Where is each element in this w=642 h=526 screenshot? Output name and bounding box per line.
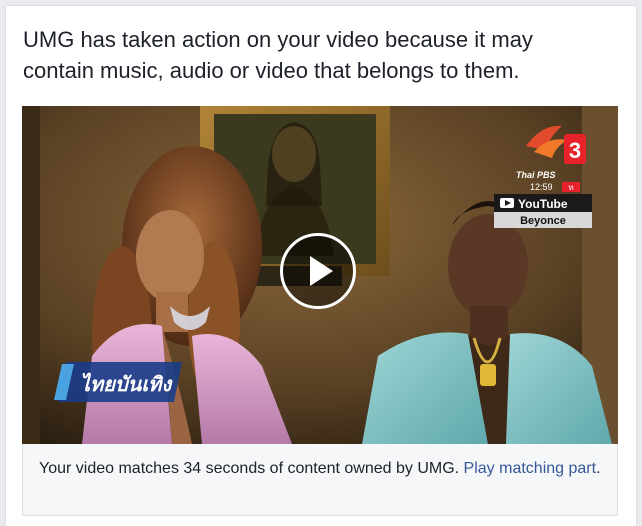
man-face (448, 214, 528, 318)
rating-badge: ท (568, 183, 573, 192)
video-player[interactable]: ไทยบันเทิง 3 Thai PBS 12:59 ท YouTube Be… (22, 106, 618, 444)
play-matching-part-link[interactable]: Play matching part (464, 460, 597, 477)
left-pillar (22, 106, 40, 444)
clock: 12:59 (530, 182, 553, 192)
notice-message: UMG has taken action on your video becau… (23, 24, 623, 86)
credit-label: Beyonce (520, 215, 566, 227)
match-description: Your video matches 34 seconds of content… (39, 460, 464, 477)
play-button[interactable] (280, 233, 356, 309)
match-caption: Your video matches 34 seconds of content… (22, 444, 618, 516)
channel-name: Thai PBS (516, 170, 556, 180)
notice-line-1: UMG has taken action on your video becau… (23, 27, 533, 52)
notice-line-2: contain music, audio or video that belon… (23, 58, 520, 83)
channel-bug-logo: ไทยบันเทิง (80, 372, 173, 396)
woman-face (136, 210, 204, 302)
match-caption-end: . (596, 460, 601, 477)
channel-bug: ไทยบันเทิง (54, 362, 182, 402)
play-icon (310, 256, 333, 286)
channel-number: 3 (569, 138, 581, 163)
source-label: YouTube (518, 197, 568, 211)
